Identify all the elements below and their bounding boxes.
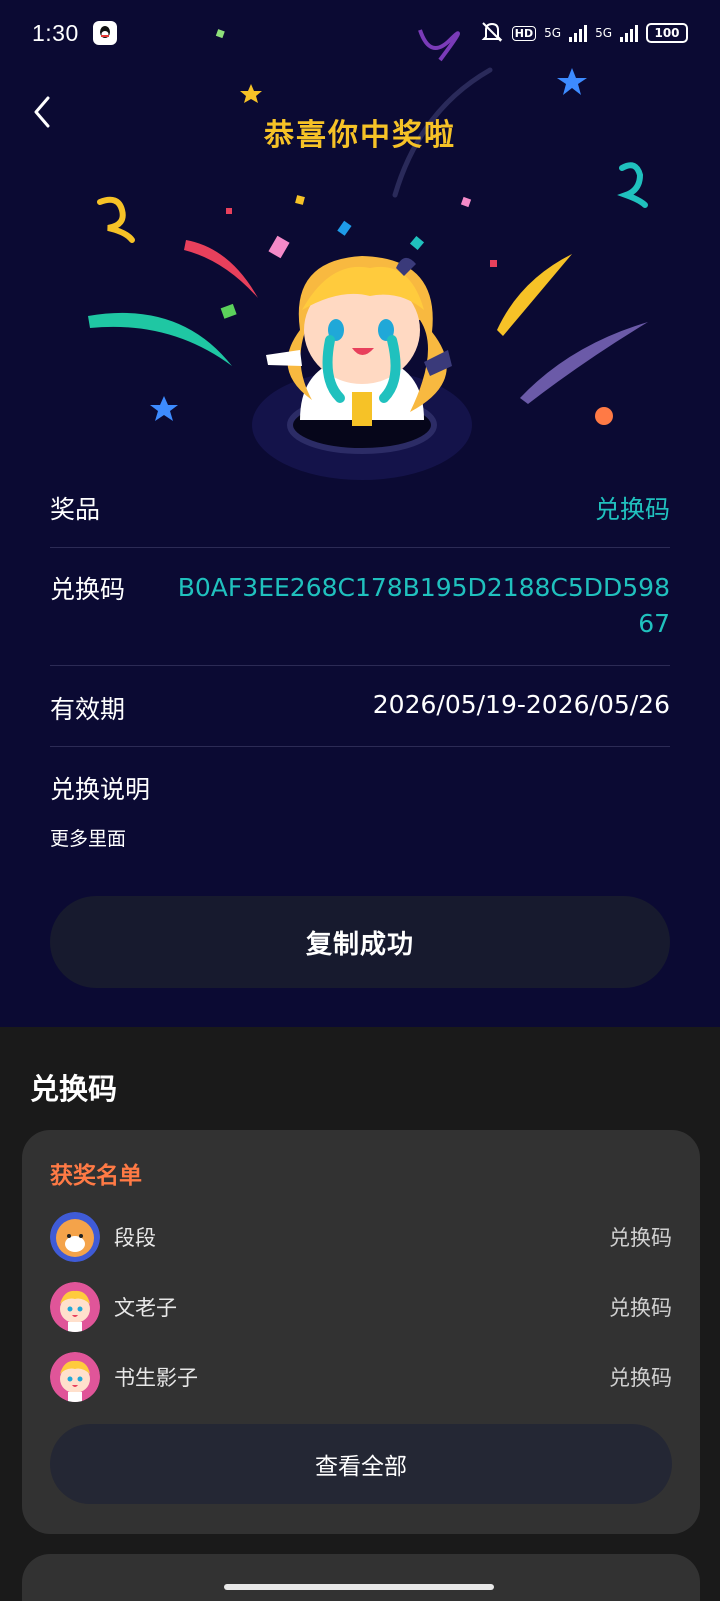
instructions-row: 兑换说明 (50, 770, 670, 806)
code-value[interactable]: B0AF3EE268C178B195D2188C5DD59867 (170, 570, 670, 642)
prize-value: 兑换码 (594, 495, 670, 524)
home-indicator[interactable] (224, 1584, 494, 1590)
code-label: 兑换码 (50, 575, 126, 604)
status-bar: 1:30 HD 5G 5G 100 (0, 0, 720, 66)
list-item[interactable]: 书生影子 兑换码 (50, 1352, 672, 1402)
list-item[interactable]: 段段 兑换码 (50, 1212, 672, 1262)
status-icons: HD 5G 5G 100 (480, 21, 688, 46)
celebration-illustration (88, 29, 648, 480)
next-card (22, 1554, 700, 1601)
view-all-button[interactable]: 查看全部 (50, 1424, 672, 1504)
mute-bell-icon (480, 21, 504, 46)
winner-prize: 兑换码 (609, 1366, 672, 1390)
signal-icon-1 (569, 24, 588, 42)
page-title: 恭喜你中奖啦 (264, 118, 456, 153)
code-row: 兑换码 B0AF3EE268C178B195D2188C5DD59867 (50, 570, 670, 642)
winners-card: 获奖名单 段段 兑换码 文老子 兑换码 书生影子 兑换码 查看全部 (22, 1130, 700, 1534)
validity-label: 有效期 (50, 695, 126, 724)
winner-prize: 兑换码 (609, 1226, 672, 1250)
avatar (50, 1282, 100, 1332)
validity-row: 有效期 2026/05/19-2026/05/26 (50, 690, 670, 726)
divider (50, 665, 670, 666)
section-title: 兑换码 (30, 1072, 118, 1106)
network-label-2: 5G (595, 26, 612, 40)
winner-name: 段段 (114, 1226, 156, 1250)
network-label-1: 5G (544, 26, 562, 40)
instructions-text: 更多里面 (50, 828, 127, 850)
winner-prize: 兑换码 (609, 1296, 672, 1320)
prize-header-section: 1:30 HD 5G 5G 100 恭喜你中奖啦 奖品 兑换码 兑换码 B0AF… (0, 0, 720, 1027)
prize-row: 奖品 兑换码 (50, 490, 670, 526)
signal-icon-2 (620, 24, 638, 42)
winners-title: 获奖名单 (50, 1163, 142, 1189)
list-item[interactable]: 文老子 兑换码 (50, 1282, 672, 1332)
copy-success-button[interactable]: 复制成功 (50, 896, 670, 988)
hd-voice-icon: HD (511, 25, 537, 41)
qq-notification-icon (92, 21, 117, 45)
divider (50, 547, 670, 548)
status-time: 1:30 (32, 19, 79, 46)
instructions-label: 兑换说明 (50, 775, 151, 804)
battery-indicator: 100 (646, 23, 688, 43)
avatar (50, 1212, 100, 1262)
winner-name: 文老子 (114, 1296, 177, 1320)
divider (50, 746, 670, 747)
winner-name: 书生影子 (114, 1366, 198, 1390)
prize-label: 奖品 (50, 495, 101, 524)
avatar (50, 1352, 100, 1402)
validity-value: 2026/05/19-2026/05/26 (372, 690, 670, 719)
